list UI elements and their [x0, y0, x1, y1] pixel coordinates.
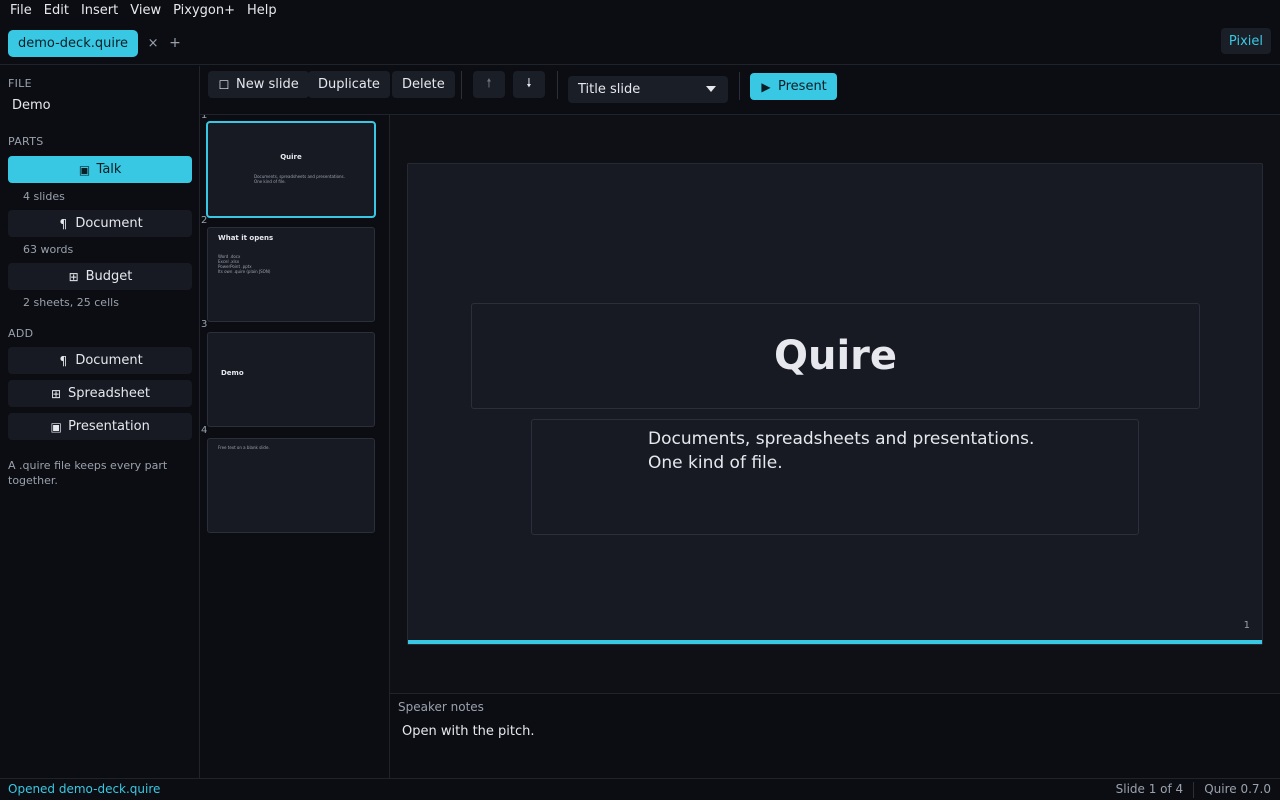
part-budget-button[interactable]: ⊞ Budget [8, 263, 192, 290]
sidebar-hint: A .quire file keeps every part together. [8, 459, 168, 487]
delete-label: Delete [402, 77, 445, 92]
title-placeholder[interactable]: Quire [471, 303, 1200, 409]
add-presentation-button[interactable]: ▣ Presentation [8, 413, 192, 440]
part-talk-button[interactable]: ▣ Talk [8, 156, 192, 183]
account-button[interactable]: Pixiel [1220, 28, 1271, 54]
add-label: Document [75, 353, 143, 368]
tab-bar: demo-deck.quire × + Pixiel [0, 22, 1280, 65]
present-button[interactable]: ▶ Present [750, 73, 837, 100]
menu-pixygon-plus[interactable]: Pixygon+ [167, 0, 241, 22]
thumbnail-title: What it opens [218, 234, 274, 242]
menu-help[interactable]: Help [241, 0, 283, 22]
thumbnail-slide-4[interactable]: Free text on a blank slide. [207, 438, 375, 533]
thumbnail-body: Documents, spreadsheets and presentation… [254, 174, 345, 184]
toolbar-divider [461, 71, 462, 99]
move-down-button[interactable]: 🠗 [513, 71, 545, 98]
slide-number: 1 [1243, 620, 1250, 631]
part-document-button[interactable]: ¶ Document [8, 210, 192, 237]
paragraph-icon: ¶ [59, 216, 68, 231]
slide-body-line: One kind of file. [648, 453, 783, 473]
menu-insert[interactable]: Insert [75, 0, 124, 22]
part-meta: 63 words [23, 243, 74, 256]
presentation-icon: ▣ [50, 419, 62, 434]
menu-file[interactable]: File [4, 0, 38, 22]
duplicate-label: Duplicate [318, 77, 380, 92]
add-label: Presentation [68, 419, 150, 434]
thumbnail-slide-1[interactable]: Quire Documents, spreadsheets and presen… [206, 121, 376, 218]
presentation-icon: ▣ [78, 162, 91, 177]
speaker-notes-panel: Speaker notes Open with the pitch. [390, 693, 1280, 778]
spreadsheet-icon: ⊞ [68, 269, 79, 284]
tab-label: demo-deck.quire [18, 35, 129, 51]
slide-position: Slide 1 of 4 [1115, 782, 1184, 796]
speaker-notes-input[interactable]: Open with the pitch. [402, 724, 535, 739]
sidebar: FILE Demo PARTS ▣ Talk 4 slides ¶ Docume… [0, 66, 200, 778]
add-tab-icon[interactable]: + [168, 35, 182, 51]
part-label: Document [75, 216, 143, 231]
thumbnail-title: Quire [280, 153, 302, 161]
slide-stage: Quire Documents, spreadsheets and presen… [390, 115, 1280, 693]
part-label: Budget [85, 269, 133, 284]
parts-section-label: PARTS [8, 135, 44, 148]
spreadsheet-icon: ⊞ [51, 386, 62, 401]
status-right: Slide 1 of 4 Quire 0.7.0 [1116, 782, 1271, 798]
add-section-label: ADD [8, 327, 34, 340]
add-document-button[interactable]: ¶ Document [8, 347, 192, 374]
toolbar-divider [739, 72, 740, 100]
thumbnail-title: Demo [221, 369, 244, 377]
body-placeholder[interactable]: Documents, spreadsheets and presentation… [531, 419, 1139, 535]
new-slide-label: New slide [236, 77, 299, 92]
menu-view[interactable]: View [124, 0, 167, 22]
status-bar: Opened demo-deck.quire Slide 1 of 4 Quir… [0, 778, 1280, 800]
arrow-up-icon: 🠕 [486, 76, 492, 90]
add-spreadsheet-button[interactable]: ⊞ Spreadsheet [8, 380, 192, 407]
thumbnail-number: 3 [201, 319, 208, 330]
new-slide-button[interactable]: ☐ New slide [208, 71, 309, 98]
slide-thumbnails: 1 Quire Documents, spreadsheets and pres… [200, 115, 390, 778]
slide-body-line: Documents, spreadsheets and presentation… [648, 429, 1035, 449]
slide-toolbar: ☐ New slide Duplicate Delete 🠕 🠗 Title s… [200, 66, 1280, 115]
slide-canvas[interactable]: Quire Documents, spreadsheets and presen… [407, 163, 1263, 645]
blank-slide-icon: ☐ [218, 77, 230, 92]
thumbnail-number: 1 [201, 115, 208, 121]
account-label: Pixiel [1228, 33, 1263, 49]
close-tab-icon[interactable]: × [146, 36, 160, 51]
part-meta: 2 sheets, 25 cells [23, 296, 119, 309]
part-meta: 4 slides [23, 190, 65, 203]
thumbnail-number: 2 [201, 215, 208, 226]
thumbnail-slide-2[interactable]: What it opens Word .docx Excel .xlsx Pow… [207, 227, 375, 322]
chevron-down-icon [706, 86, 716, 92]
part-label: Talk [96, 162, 122, 177]
add-label: Spreadsheet [68, 386, 150, 401]
layout-select-value: Title slide [578, 82, 641, 97]
thumbnail-number: 4 [201, 425, 208, 436]
play-icon: ▶ [761, 79, 771, 94]
thumbnail-body: Word .docx Excel .xlsx PowerPoint .pptx … [218, 254, 271, 274]
thumbnail-body: Free text on a blank slide. [218, 445, 270, 450]
file-section-label: FILE [8, 77, 32, 90]
status-divider [1193, 782, 1195, 798]
slide-title: Quire [773, 333, 898, 379]
toolbar-divider [557, 71, 558, 99]
paragraph-icon: ¶ [59, 353, 68, 368]
app-version: Quire 0.7.0 [1204, 782, 1271, 796]
move-up-button[interactable]: 🠕 [473, 71, 505, 98]
thumbnail-slide-3[interactable]: Demo [207, 332, 375, 427]
arrow-down-icon: 🠗 [526, 76, 532, 90]
speaker-notes-label: Speaker notes [398, 700, 484, 714]
duplicate-button[interactable]: Duplicate [308, 71, 390, 98]
delete-button[interactable]: Delete [392, 71, 455, 98]
menubar: File Edit Insert View Pixygon+ Help [0, 0, 1280, 22]
menu-edit[interactable]: Edit [38, 0, 75, 22]
tab-demo-deck[interactable]: demo-deck.quire [8, 29, 139, 57]
layout-select[interactable]: Title slide [568, 76, 728, 103]
slide-accent-bar [408, 640, 1262, 644]
present-label: Present [778, 79, 827, 94]
status-message: Opened demo-deck.quire [8, 782, 161, 796]
file-name[interactable]: Demo [12, 98, 51, 113]
